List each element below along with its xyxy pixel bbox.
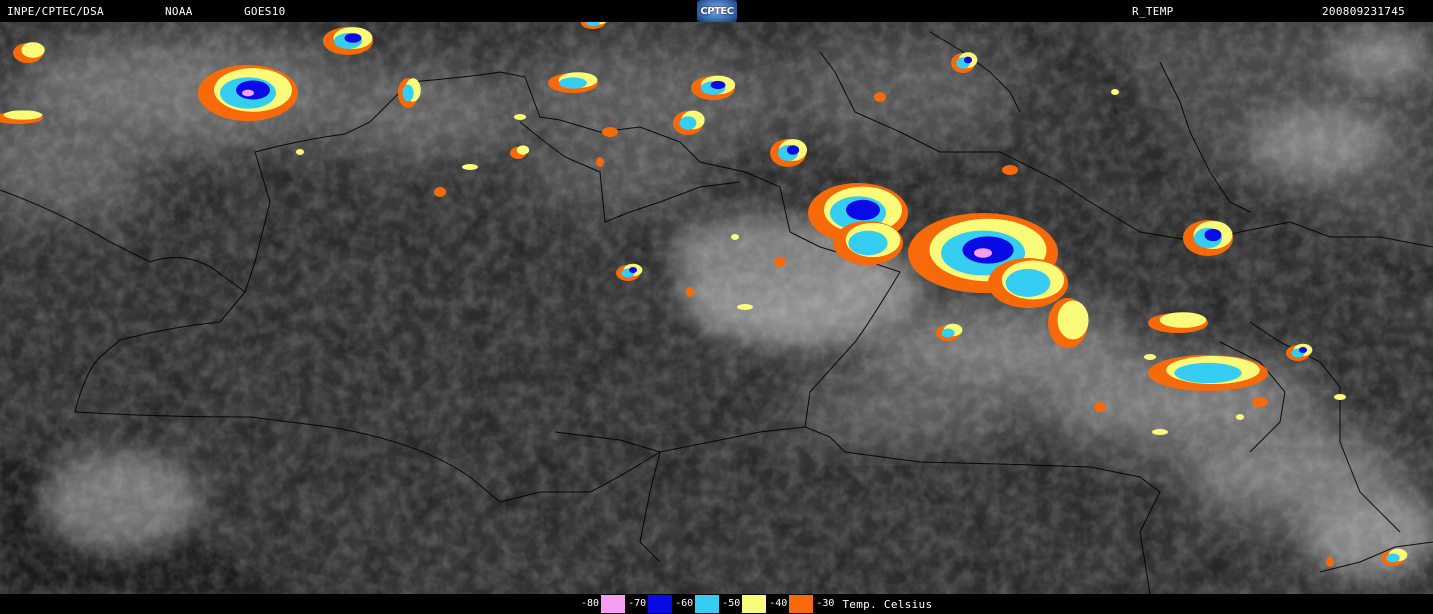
storm-cell-layer <box>963 56 973 64</box>
storm-speck <box>1002 165 1018 175</box>
storm-cell-layer <box>242 89 254 97</box>
storm-speck <box>602 127 618 137</box>
storm-cell-layer <box>236 80 270 100</box>
storm-cell-layer <box>1005 269 1051 297</box>
storm-cell-layer <box>1204 228 1222 242</box>
storm-cell-layer <box>786 145 800 155</box>
timestamp-label: 200809231745 <box>1322 5 1406 18</box>
storm-speck <box>874 92 886 102</box>
legend-item-50: -50 <box>719 595 767 613</box>
cptec-logo: CPTEC <box>697 0 737 22</box>
legend-swatch <box>601 595 626 613</box>
storm-cell-layer <box>516 145 530 155</box>
storm-cell-layer <box>974 248 992 258</box>
legend-item-30: -30 <box>813 595 837 613</box>
storm-cell-layer <box>1057 300 1089 340</box>
storm-cell-layer <box>559 77 587 89</box>
satellite-map <box>0 22 1433 594</box>
storm-cell-layer <box>21 42 45 58</box>
storm-speck <box>1111 89 1119 95</box>
legend-item-80: -80 <box>578 595 626 613</box>
storm-cell-layer <box>1298 347 1308 353</box>
storm-speck <box>1252 397 1268 407</box>
satellite-imagery-svg <box>0 22 1433 594</box>
storm-cell-layer <box>941 328 955 338</box>
legend-swatch <box>695 595 720 613</box>
storm-speck <box>462 164 478 170</box>
storm-cell-layer <box>710 80 726 90</box>
storm-cell-layer <box>1159 312 1207 328</box>
satellite-label: GOES10 <box>244 5 286 18</box>
storm-speck <box>737 304 753 310</box>
storm-speck <box>686 287 694 297</box>
storm-speck <box>296 149 304 155</box>
legend-bar: -80 -70 -60 -50 -40 -30 Temp. Celsius <box>0 594 1433 614</box>
storm-speck <box>1334 394 1346 400</box>
storm-cell-layer <box>628 267 638 273</box>
storm-speck <box>774 257 786 267</box>
legend-item-70: -70 <box>625 595 673 613</box>
storm-speck <box>434 187 446 197</box>
storm-cell-layer <box>3 110 43 120</box>
producer-label: INPE/CPTEC/DSA <box>7 5 104 18</box>
legend-label: -60 <box>672 595 696 613</box>
legend-title: Temp. Celsius <box>842 597 933 611</box>
storm-cell-layer <box>402 84 414 102</box>
agency-label: NOAA <box>165 5 193 18</box>
storm-cell-layer <box>1386 553 1400 563</box>
product-label: R_TEMP <box>1132 5 1174 18</box>
storm-speck <box>1326 557 1334 567</box>
legend-item-40: -40 <box>766 595 814 613</box>
legend-label: -30 <box>813 595 837 613</box>
storm-speck <box>1094 402 1106 412</box>
storm-cell-layer <box>344 33 362 43</box>
legend-label: -80 <box>578 595 602 613</box>
legend-swatch <box>742 595 767 613</box>
storm-speck <box>514 114 526 120</box>
storm-speck <box>1144 354 1156 360</box>
legend-label: -70 <box>625 595 649 613</box>
temperature-legend: -80 -70 -60 -50 -40 -30 Temp. Celsius <box>578 595 932 613</box>
legend-label: -40 <box>766 595 790 613</box>
storm-cell-layer <box>846 199 880 221</box>
storm-cell-layer <box>1174 362 1242 384</box>
legend-swatch <box>648 595 673 613</box>
legend-swatch <box>789 595 814 613</box>
storm-speck <box>1236 414 1244 420</box>
satellite-image-viewer: INPE/CPTEC/DSA NOAA GOES10 R_TEMP 200809… <box>0 0 1433 614</box>
storm-speck <box>731 234 739 240</box>
storm-speck <box>596 157 604 167</box>
legend-item-60: -60 <box>672 595 720 613</box>
logo-text: CPTEC <box>700 5 734 17</box>
storm-cell-layer <box>848 230 888 256</box>
storm-speck <box>1152 429 1168 435</box>
storm-cell-layer <box>679 116 697 130</box>
legend-label: -50 <box>719 595 743 613</box>
